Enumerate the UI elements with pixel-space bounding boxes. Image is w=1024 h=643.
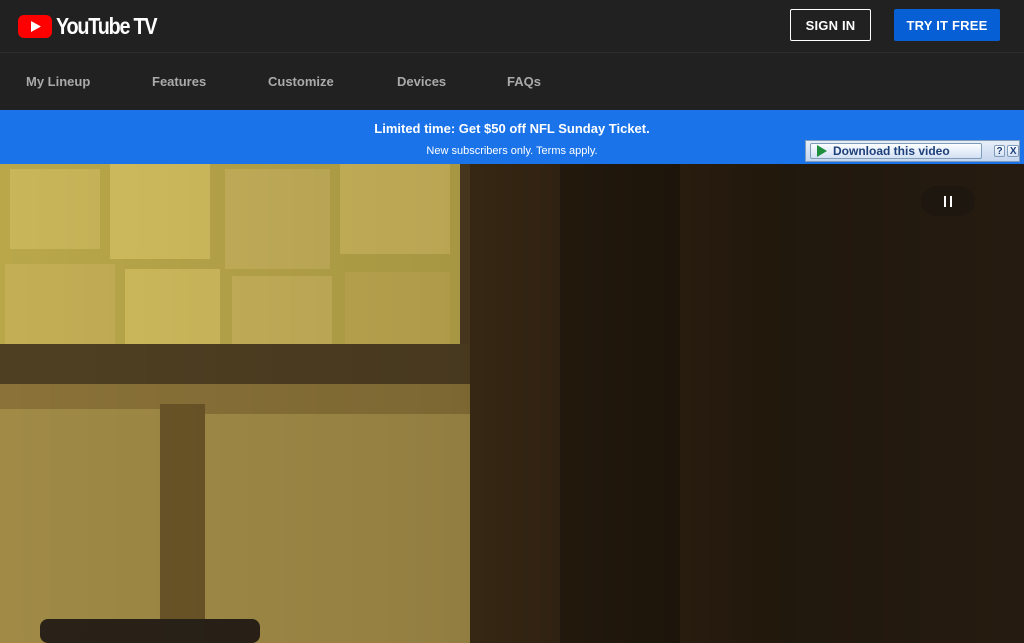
help-icon[interactable]: ?	[993, 145, 1006, 157]
play-arrow-icon	[817, 145, 827, 157]
close-icon[interactable]: X	[1007, 145, 1019, 157]
youtube-play-icon	[18, 14, 52, 38]
hero-video[interactable]	[0, 164, 1024, 643]
sign-in-button[interactable]: SIGN IN	[790, 9, 871, 41]
pause-button[interactable]	[921, 186, 975, 216]
promo-title: Limited time: Get $50 off NFL Sunday Tic…	[374, 121, 650, 136]
nav-item-features[interactable]: Features	[152, 74, 206, 89]
nav-item-devices[interactable]: Devices	[397, 74, 446, 89]
hero-video-frame	[0, 164, 1024, 643]
nav-item-my-lineup[interactable]: My Lineup	[26, 74, 90, 89]
download-video-toolbar: Download this video ? X	[805, 140, 1020, 162]
nav-item-faqs[interactable]: FAQs	[507, 74, 541, 89]
try-it-free-button[interactable]: TRY IT FREE	[894, 9, 1000, 41]
youtube-tv-logo[interactable]: YouTube TV	[18, 13, 173, 39]
download-video-button[interactable]: Download this video	[810, 143, 982, 159]
nav-item-customize[interactable]: Customize	[268, 74, 334, 89]
pause-icon	[944, 195, 946, 207]
logo-text: YouTube TV	[56, 12, 158, 39]
main-nav: My Lineup Features Customize Devices FAQ…	[0, 54, 1024, 110]
download-video-label: Download this video	[833, 144, 950, 158]
site-header: YouTube TV SIGN IN TRY IT FREE	[0, 0, 1024, 53]
